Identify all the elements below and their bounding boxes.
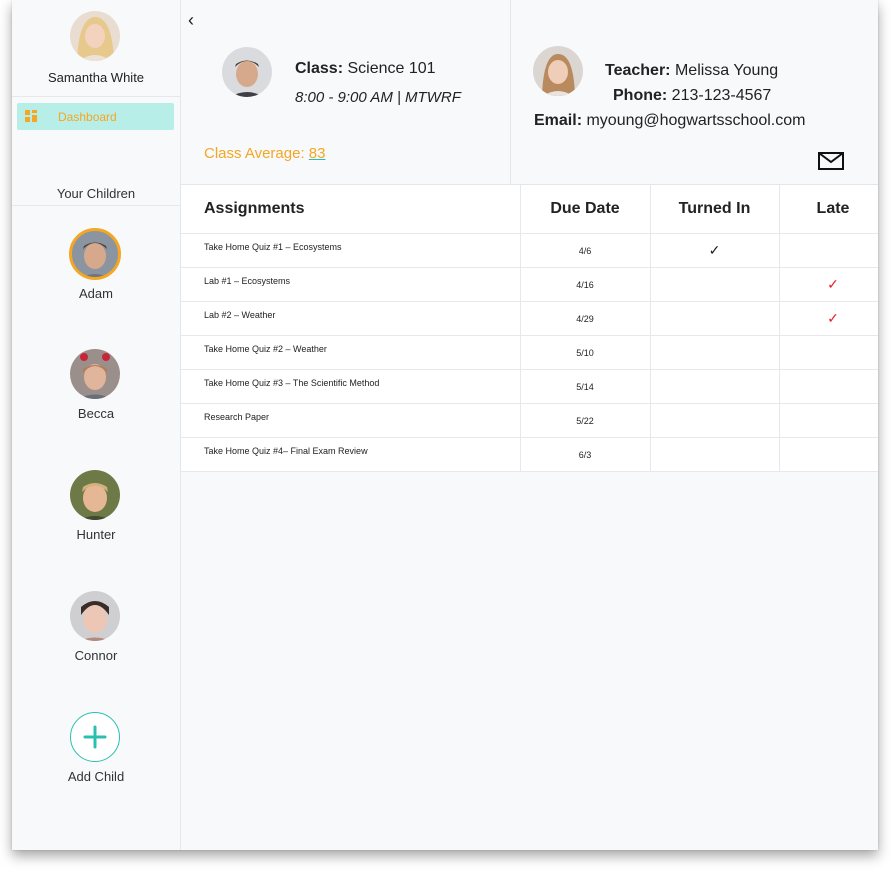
table-row[interactable]: Lab #2 – Weather 4/29 ✓ [181,301,878,336]
table-row[interactable]: Take Home Quiz #4– Final Exam Review 6/3 [181,437,878,472]
app-window: Samantha White Dashboard Your Children A… [12,0,878,850]
sidebar-divider [12,96,180,97]
children-heading: Your Children [56,186,136,201]
chevron-left-icon[interactable]: ‹ [188,11,194,29]
main-panel: ‹ Class: Science 101 8:00 - 9:00 AM | MT… [181,0,878,850]
class-value: Science 101 [347,60,436,77]
turned-in-cell [649,301,779,336]
child-name: Connor [74,648,118,663]
student-avatar [222,47,272,97]
mail-icon[interactable] [818,152,844,170]
class-label: Class: [295,60,344,77]
late-cell [778,233,878,268]
late-cell: ✓ [778,267,878,302]
due-date: 5/14 [519,369,650,404]
class-average-value[interactable]: 83 [309,145,326,162]
class-name: Class: Science 101 [295,60,436,78]
teacher-value: Melissa Young [674,62,779,79]
header-due-date[interactable]: Due Date [519,185,650,234]
child-name: Adam [79,286,113,301]
class-schedule: 8:00 - 9:00 AM | MTWRF [295,89,461,106]
table-row[interactable]: Take Home Quiz #1 – Ecosystems 4/6 ✓ [181,233,878,268]
teacher-avatar [533,46,583,96]
email-value[interactable]: myoung@hogwartsschool.com [586,112,805,129]
teacher-name: Teacher: Melissa Young [605,62,778,80]
turned-in-cell [649,437,779,472]
table-row[interactable]: Research Paper 5/22 [181,403,878,438]
child-item-becca[interactable]: Becca [12,349,180,439]
child-avatar [70,591,120,641]
turned-in-cell [649,267,779,302]
phone-label: Phone: [613,87,668,104]
child-name: Becca [77,406,115,421]
sidebar-item-dashboard[interactable]: Dashboard [17,103,174,130]
child-avatar [70,470,120,520]
class-average: Class Average: 83 [204,145,325,162]
checkmark-icon: ✓ [827,310,839,326]
due-date: 4/29 [519,301,650,336]
header-divider [510,0,511,184]
parent-avatar[interactable] [70,11,120,61]
teacher-email: Email: myoung@hogwartsschool.com [534,112,805,130]
assignment-name: Take Home Quiz #3 – The Scientific Metho… [181,369,520,404]
child-item-hunter[interactable]: Hunter [12,470,180,560]
add-child-label: Add Child [67,769,125,784]
assignment-name: Research Paper [181,403,520,438]
late-cell [778,335,878,370]
add-child-button[interactable]: Add Child [12,712,180,802]
due-date: 5/10 [519,335,650,370]
header-assignments[interactable]: Assignments [181,185,520,234]
teacher-phone: Phone: 213-123-4567 [613,87,771,105]
due-date: 4/6 [519,233,650,268]
due-date: 4/16 [519,267,650,302]
sidebar: Samantha White Dashboard Your Children A… [12,0,181,850]
parent-name: Samantha White [47,70,145,85]
checkmark-icon: ✓ [827,276,839,292]
child-avatar [70,349,120,399]
due-date: 6/3 [519,437,650,472]
table-row[interactable]: Lab #1 – Ecosystems 4/16 ✓ [181,267,878,302]
header-turned-in[interactable]: Turned In [649,185,779,234]
due-date: 5/22 [519,403,650,438]
late-cell [778,369,878,404]
turned-in-cell [649,403,779,438]
late-cell: ✓ [778,301,878,336]
sidebar-divider [12,205,180,206]
sidebar-item-label: Dashboard [58,110,117,124]
table-row[interactable]: Take Home Quiz #2 – Weather 5/10 [181,335,878,370]
assignment-name: Take Home Quiz #1 – Ecosystems [181,233,520,268]
table-header-row: Assignments Due Date Turned In Late [181,185,878,234]
assignment-name: Lab #2 – Weather [181,301,520,336]
child-item-adam[interactable]: Adam [12,228,180,319]
assignment-name: Take Home Quiz #2 – Weather [181,335,520,370]
assignment-name: Take Home Quiz #4– Final Exam Review [181,437,520,472]
phone-value: 213-123-4567 [671,87,772,104]
child-item-connor[interactable]: Connor [12,591,180,681]
assignments-table: Assignments Due Date Turned In Late Take… [181,185,878,472]
late-cell [778,403,878,438]
turned-in-cell [649,335,779,370]
checkmark-icon: ✓ [708,242,721,258]
selected-ring [69,228,121,280]
turned-in-cell: ✓ [649,233,779,268]
class-average-label: Class Average: [204,145,305,162]
child-name: Hunter [76,527,116,542]
turned-in-cell [649,369,779,404]
assignment-name: Lab #1 – Ecosystems [181,267,520,302]
table-row[interactable]: Take Home Quiz #3 – The Scientific Metho… [181,369,878,404]
grid-icon [25,110,38,123]
email-label: Email: [534,112,583,129]
plus-icon [70,712,120,762]
late-cell [778,437,878,472]
header-late[interactable]: Late [778,185,878,234]
teacher-label: Teacher: [605,62,671,79]
